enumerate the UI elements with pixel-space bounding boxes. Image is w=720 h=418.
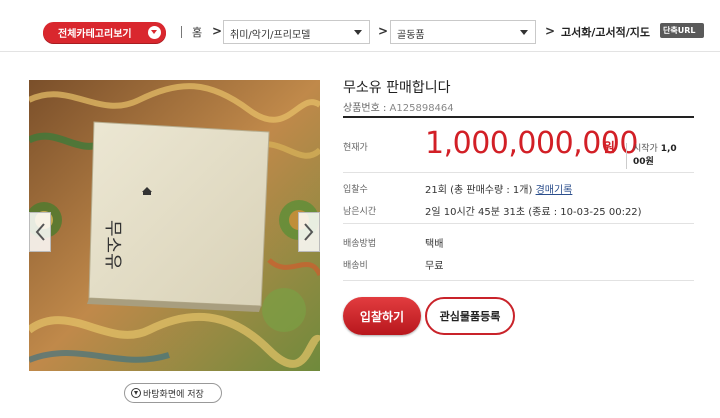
all-categories-button[interactable]: 전체카테고리보기 [43, 22, 166, 43]
start-price-value-line2: 00원 [633, 157, 654, 167]
remaining-time-value: 2일 10시간 45분 31초 (종료 : 10-03-25 00:22) [425, 207, 642, 218]
product-number-value: A125898464 [389, 103, 454, 114]
product-number: 상품번호 : A125898464 [343, 99, 454, 114]
auction-history-link[interactable]: 경매기록 [536, 185, 573, 196]
breadcrumb-arrow-icon: > [378, 24, 389, 38]
download-icon [131, 388, 141, 398]
save-to-desktop-button[interactable]: 바탕화면에 저장 [124, 383, 222, 403]
product-photo[interactable]: 무소유 [29, 80, 320, 371]
short-url-button[interactable]: 단축URL [660, 23, 704, 38]
start-price: 시작가 1,0 00원 [626, 143, 696, 169]
add-to-wishlist-button[interactable]: 관심물품등록 [425, 297, 515, 335]
divider [343, 223, 694, 224]
shipping-fee-value: 무료 [425, 261, 444, 272]
category-dropdown-1-value: 취미/악기/프리모델 [230, 30, 311, 41]
remaining-time-label: 남은시간 [343, 207, 377, 217]
category-dropdown-2-value: 골동품 [397, 30, 425, 41]
previous-image-button[interactable] [29, 212, 51, 252]
all-categories-label: 전체카테고리보기 [58, 29, 132, 40]
book-cover-title: 무소유 [102, 220, 123, 270]
product-number-label: 상품번호 : [343, 103, 387, 114]
chevron-down-icon [148, 26, 161, 39]
shipping-fee-label: 배송비 [343, 261, 368, 271]
bid-count-value: 21회 (총 판매수량 : 1개) 경매기록 [425, 181, 572, 196]
shipping-method-label: 배송방법 [343, 239, 377, 249]
shipping-method-value: 택배 [425, 239, 444, 250]
product-title: 무소유 판매합니다 [343, 80, 451, 96]
category-dropdown-2[interactable]: 골동품 [390, 20, 536, 44]
divider [343, 172, 694, 173]
save-to-desktop-label: 바탕화면에 저장 [143, 389, 204, 400]
divider [343, 116, 694, 118]
start-price-label: 시작가 [633, 144, 658, 154]
breadcrumb-home[interactable]: 홈 [192, 24, 202, 40]
start-price-value-line1: 1,0 [660, 144, 677, 154]
chevron-right-icon [304, 223, 314, 241]
category-navigation-bar: 전체카테고리보기 홈 > 취미/악기/프리모델 > 골동품 > 고서화/고서적/… [0, 0, 720, 52]
product-photo-image: 무소유 [29, 80, 320, 371]
next-image-button[interactable] [298, 212, 320, 252]
dropdown-caret-icon [354, 30, 362, 35]
divider [181, 26, 182, 38]
chevron-left-icon [35, 223, 45, 241]
breadcrumb-arrow-icon: > [212, 24, 223, 38]
breadcrumb-current-category[interactable]: 고서화/고서적/지도 [561, 24, 650, 40]
dropdown-caret-icon [520, 30, 528, 35]
bid-count-text: 21회 (총 판매수량 : 1개) [425, 185, 533, 196]
current-price-label: 현재가 [343, 143, 368, 153]
bid-count-label: 입찰수 [343, 185, 368, 195]
breadcrumb-arrow-icon: > [545, 24, 556, 38]
place-bid-button[interactable]: 입찰하기 [343, 297, 421, 335]
category-dropdown-1[interactable]: 취미/악기/프리모델 [223, 20, 370, 44]
divider [343, 280, 694, 281]
current-price-unit: 원 [603, 141, 615, 156]
